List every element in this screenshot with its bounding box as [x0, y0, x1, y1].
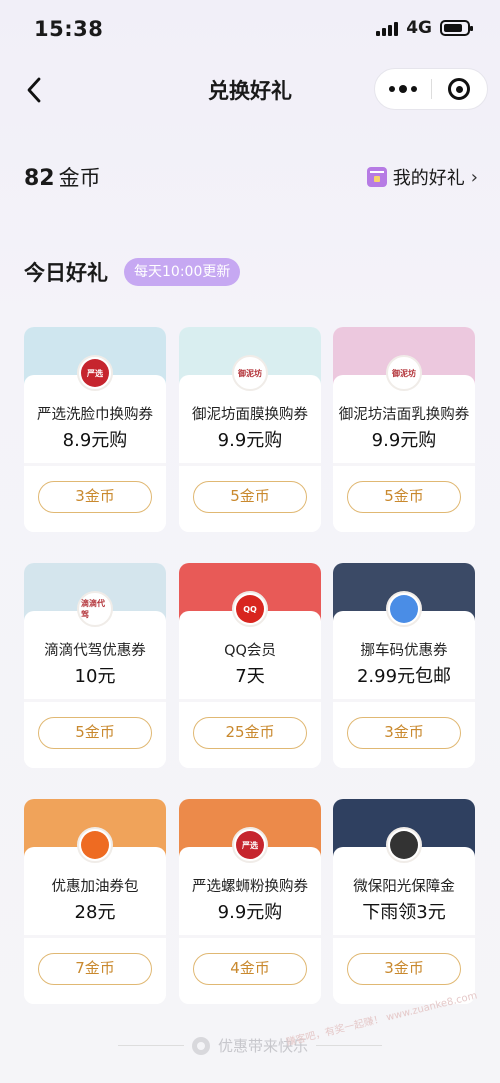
- more-button[interactable]: [375, 69, 431, 109]
- card-divider: [24, 463, 166, 466]
- status-time: 15:38: [34, 17, 104, 41]
- card-title: 御泥坊洁面乳换购券: [338, 407, 470, 423]
- footer-divider-left: [117, 1045, 184, 1046]
- more-dots-icon: [388, 86, 395, 92]
- brand-logo-text: [390, 595, 418, 623]
- signal-icon: [376, 20, 399, 36]
- brand-logo-text: [81, 831, 109, 859]
- face-towel-icon: 严选: [77, 355, 113, 391]
- brand-logo-text: 严选: [81, 359, 109, 387]
- brand-logo-text: 御泥坊: [390, 359, 418, 387]
- brand-logo-text: [390, 831, 418, 859]
- card-title: 严选螺蛳粉换购券: [192, 879, 308, 895]
- card-divider: [179, 935, 321, 938]
- fuel-pump-icon: [77, 827, 113, 863]
- gift-card[interactable]: 御泥坊 御泥坊洁面乳换购券 9.9元购 5金币: [333, 327, 475, 532]
- card-price: 9.9元购: [217, 902, 283, 923]
- driver-icon: 滴滴代驾: [77, 591, 113, 627]
- status-bar: 15:38 4G: [0, 0, 500, 60]
- brand-logo-text: QQ: [236, 595, 264, 623]
- qq-penguin-icon: QQ: [232, 591, 268, 627]
- gift-card[interactable]: 严选 严选洗脸巾换购券 8.9元购 3金币: [24, 327, 166, 532]
- card-divider: [24, 935, 166, 938]
- redeem-button[interactable]: 4金币: [193, 953, 307, 985]
- gift-card[interactable]: QQ QQ会员 7天 25金币: [179, 563, 321, 768]
- my-gifts-label: 我的好礼: [392, 168, 465, 189]
- network-type: 4G: [406, 18, 432, 38]
- redeem-button[interactable]: 25金币: [193, 717, 307, 749]
- section-title: 今日好礼: [24, 261, 108, 285]
- redeem-button[interactable]: 5金币: [38, 717, 152, 749]
- redeem-button[interactable]: 5金币: [193, 481, 307, 513]
- mini-program-capsule: [374, 68, 488, 110]
- rain-cloud-icon: [386, 827, 422, 863]
- gift-box-icon: [366, 167, 387, 187]
- card-title: 滴滴代驾优惠券: [44, 643, 146, 659]
- send-arrow-icon: [386, 591, 422, 627]
- card-divider: [24, 699, 166, 702]
- card-title: 优惠加油券包: [51, 879, 139, 895]
- navigation-bar: 兑换好礼: [0, 62, 500, 118]
- gift-card[interactable]: 微保阳光保障金 下雨领3元 3金币: [333, 799, 475, 1004]
- card-title: 严选洗脸巾换购券: [37, 407, 153, 423]
- card-title: 挪车码优惠券: [360, 643, 448, 659]
- cleanser-icon: 御泥坊: [386, 355, 422, 391]
- coin-balance-unit: 金币: [58, 166, 101, 190]
- update-time-badge: 每天10:00更新: [124, 258, 241, 286]
- face-mask-icon: 御泥坊: [232, 355, 268, 391]
- card-divider: [333, 699, 475, 702]
- noodles-icon: 严选: [232, 827, 268, 863]
- chevron-right-icon: ›: [470, 166, 478, 188]
- brand-logo-text: 御泥坊: [236, 359, 264, 387]
- status-indicators: 4G: [376, 18, 473, 38]
- my-gifts-link[interactable]: 我的好礼 ›: [366, 164, 478, 190]
- card-price: 下雨领3元: [362, 902, 446, 923]
- card-price: 28元: [74, 902, 116, 923]
- gift-card[interactable]: 挪车码优惠券 2.99元包邮 3金币: [333, 563, 475, 768]
- redeem-button[interactable]: 3金币: [38, 481, 152, 513]
- coin-balance-value: 82: [24, 166, 55, 191]
- redeem-button[interactable]: 7金币: [38, 953, 152, 985]
- card-price: 9.9元购: [371, 430, 437, 451]
- gift-card[interactable]: 御泥坊 御泥坊面膜换购券 9.9元购 5金币: [179, 327, 321, 532]
- card-price: 8.9元购: [62, 430, 128, 451]
- brand-logo-text: 滴滴代驾: [81, 595, 109, 623]
- footer: 优惠带来快乐: [0, 1035, 500, 1056]
- card-price: 7天: [235, 666, 265, 687]
- card-title: QQ会员: [224, 643, 276, 659]
- close-target-icon: [448, 78, 471, 100]
- card-price: 2.99元包邮: [356, 666, 452, 687]
- card-title: 微保阳光保障金: [353, 879, 455, 895]
- redeem-button[interactable]: 3金币: [347, 717, 461, 749]
- card-divider: [333, 935, 475, 938]
- footer-divider-right: [316, 1045, 382, 1046]
- redeem-button[interactable]: 5金币: [347, 481, 461, 513]
- coin-balance: 82 金币: [24, 162, 101, 192]
- card-title: 御泥坊面膜换购券: [192, 407, 308, 423]
- battery-icon: [440, 20, 473, 36]
- brand-logo-text: 严选: [236, 831, 264, 859]
- card-divider: [179, 699, 321, 702]
- card-price: 10元: [74, 666, 116, 687]
- gift-card[interactable]: 优惠加油券包 28元 7金币: [24, 799, 166, 1004]
- smile-logo-icon: [191, 1036, 210, 1055]
- gift-card[interactable]: 滴滴代驾 滴滴代驾优惠券 10元 5金币: [24, 563, 166, 768]
- card-divider: [333, 463, 475, 466]
- redeem-button[interactable]: 3金币: [347, 953, 461, 985]
- close-button[interactable]: [431, 69, 487, 109]
- card-divider: [179, 463, 321, 466]
- gift-card[interactable]: 严选 严选螺蛳粉换购券 9.9元购 4金币: [179, 799, 321, 1004]
- card-price: 9.9元购: [217, 430, 283, 451]
